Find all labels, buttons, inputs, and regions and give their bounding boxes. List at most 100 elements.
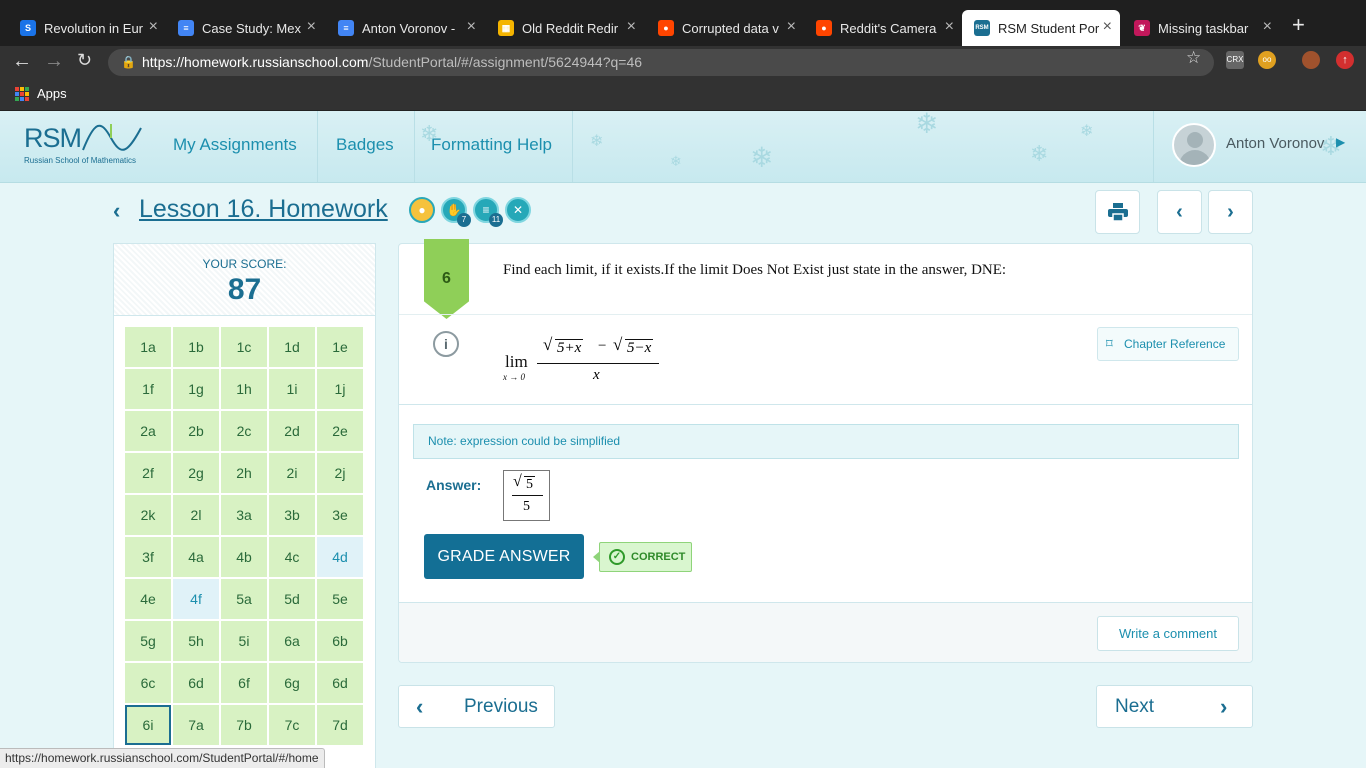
prev-question-button[interactable]: ‹ [1157, 190, 1202, 234]
hand-icon[interactable]: ✋ 7 [441, 197, 471, 227]
problem-cell[interactable]: 6c [125, 663, 171, 703]
problem-cell[interactable]: 2a [125, 411, 171, 451]
problem-cell[interactable]: 5d [269, 579, 315, 619]
problem-cell[interactable]: 4e [125, 579, 171, 619]
close-tab-icon[interactable]: × [149, 18, 158, 36]
close-tab-icon[interactable]: × [787, 18, 796, 36]
problem-cell[interactable]: 3f [125, 537, 171, 577]
apps-shortcut[interactable]: Apps [15, 86, 67, 101]
problem-cell[interactable]: 1g [173, 369, 219, 409]
nav-badges[interactable]: Badges [316, 111, 415, 182]
problem-cell[interactable]: 1e [317, 327, 363, 367]
browser-tab[interactable]: ≡ Anton Voronov - × [326, 10, 484, 46]
problem-cell[interactable]: 6f [221, 663, 267, 703]
problem-cell[interactable]: 6d [317, 663, 363, 703]
problem-cell[interactable]: 2b [173, 411, 219, 451]
problem-cell[interactable]: 2l [173, 495, 219, 535]
problem-cell[interactable]: 3b [269, 495, 315, 535]
problem-cell[interactable]: 2f [125, 453, 171, 493]
problem-cell[interactable]: 5i [221, 621, 267, 661]
close-tab-icon[interactable]: × [1263, 18, 1272, 36]
close-tab-icon[interactable]: × [945, 18, 954, 36]
problem-cell[interactable]: 2g [173, 453, 219, 493]
info-icon[interactable]: i [433, 331, 459, 357]
problem-cell[interactable]: 1c [221, 327, 267, 367]
problem-cell[interactable]: 1a [125, 327, 171, 367]
browser-tab[interactable]: ≡ Case Study: Mex × [166, 10, 324, 46]
close-tab-icon[interactable]: × [467, 18, 476, 36]
browser-tab[interactable]: ● Reddit's Camera × [804, 10, 962, 46]
problem-cell[interactable]: 7a [173, 705, 219, 745]
problem-cell[interactable]: 4f [173, 579, 219, 619]
problem-cell[interactable]: 7d [317, 705, 363, 745]
previous-button[interactable]: ‹ Previous [398, 685, 555, 728]
nav-my-assignments[interactable]: My Assignments [153, 111, 318, 182]
medal-icon[interactable]: ● [409, 197, 435, 223]
forward-arrow-icon[interactable]: → [44, 50, 64, 73]
lesson-title[interactable]: Lesson 16. Homework [139, 195, 388, 224]
extension-icon[interactable]: oo [1258, 51, 1276, 69]
problem-cell[interactable]: 2e [317, 411, 363, 451]
problem-cell[interactable]: 2i [269, 453, 315, 493]
numerator-left: 5+x [555, 339, 584, 356]
new-tab-button[interactable]: + [1292, 12, 1305, 38]
next-question-button[interactable]: › [1208, 190, 1253, 234]
answer-input[interactable]: √ 5 5 [503, 470, 550, 521]
problem-cell[interactable]: 1f [125, 369, 171, 409]
nav-formatting-help[interactable]: Formatting Help [411, 111, 573, 182]
chevron-left-icon[interactable]: ‹ [113, 198, 120, 224]
problem-cell[interactable]: 1d [269, 327, 315, 367]
close-tab-icon[interactable]: × [1103, 18, 1112, 36]
close-tab-icon[interactable]: × [307, 18, 316, 36]
problem-cell[interactable]: 6d [173, 663, 219, 703]
browser-tab[interactable]: ● Corrupted data v × [646, 10, 804, 46]
rsm-logo[interactable]: RSM Russian School of Mathematics [24, 123, 143, 165]
problem-cell[interactable]: 4a [173, 537, 219, 577]
reload-icon[interactable]: ↻ [77, 50, 92, 71]
tools-icon[interactable]: ✕ [505, 197, 531, 223]
browser-tab[interactable]: ▦ Old Reddit Redir × [486, 10, 644, 46]
problem-cell[interactable]: 6g [269, 663, 315, 703]
back-arrow-icon[interactable]: ← [12, 50, 32, 73]
write-comment-button[interactable]: Write a comment [1097, 616, 1239, 651]
problem-cell[interactable]: 1j [317, 369, 363, 409]
problem-cell[interactable]: 5h [173, 621, 219, 661]
problem-cell[interactable]: 7b [221, 705, 267, 745]
problem-cell[interactable]: 3e [317, 495, 363, 535]
problem-cell[interactable]: 2c [221, 411, 267, 451]
problem-cell[interactable]: 2d [269, 411, 315, 451]
browser-tab[interactable]: RSM RSM Student Por × [962, 10, 1120, 46]
problem-cell[interactable]: 1i [269, 369, 315, 409]
problem-cell[interactable]: 1h [221, 369, 267, 409]
problem-cell[interactable]: 6i [125, 705, 171, 745]
problem-cell[interactable]: 6a [269, 621, 315, 661]
grade-answer-button[interactable]: GRADE ANSWER [424, 534, 584, 579]
problem-cell[interactable]: 2k [125, 495, 171, 535]
problem-cell[interactable]: 5e [317, 579, 363, 619]
problem-cell[interactable]: 5a [221, 579, 267, 619]
bookmark-star-icon[interactable]: ☆ [1186, 48, 1201, 68]
problem-cell[interactable]: 2j [317, 453, 363, 493]
print-button[interactable] [1095, 190, 1140, 234]
fraction-denominator: x [593, 367, 600, 383]
books-icon[interactable]: ≡ 11 [473, 197, 503, 227]
problem-cell[interactable]: 4b [221, 537, 267, 577]
problem-cell[interactable]: 4d [317, 537, 363, 577]
problem-cell[interactable]: 1b [173, 327, 219, 367]
crx-extension-icon[interactable]: CRX [1226, 51, 1244, 69]
user-menu[interactable]: Anton Voronov ▶ [1153, 111, 1366, 182]
profile-avatar-icon[interactable] [1302, 51, 1320, 69]
problem-cell[interactable]: 5g [125, 621, 171, 661]
problem-cell[interactable]: 4c [269, 537, 315, 577]
browser-tab[interactable]: S Revolution in Eur × [8, 10, 166, 46]
close-tab-icon[interactable]: × [627, 18, 636, 36]
update-icon[interactable]: ↑ [1336, 51, 1354, 69]
problem-cell[interactable]: 6b [317, 621, 363, 661]
address-bar[interactable]: 🔒 https://homework.russianschool.com/Stu… [108, 49, 1214, 76]
next-button[interactable]: Next › [1096, 685, 1253, 728]
problem-cell[interactable]: 2h [221, 453, 267, 493]
browser-tab[interactable]: ❦ Missing taskbar × [1122, 10, 1280, 46]
problem-cell[interactable]: 7c [269, 705, 315, 745]
chapter-reference-button[interactable]: ⌑ Chapter Reference [1097, 327, 1239, 361]
problem-cell[interactable]: 3a [221, 495, 267, 535]
